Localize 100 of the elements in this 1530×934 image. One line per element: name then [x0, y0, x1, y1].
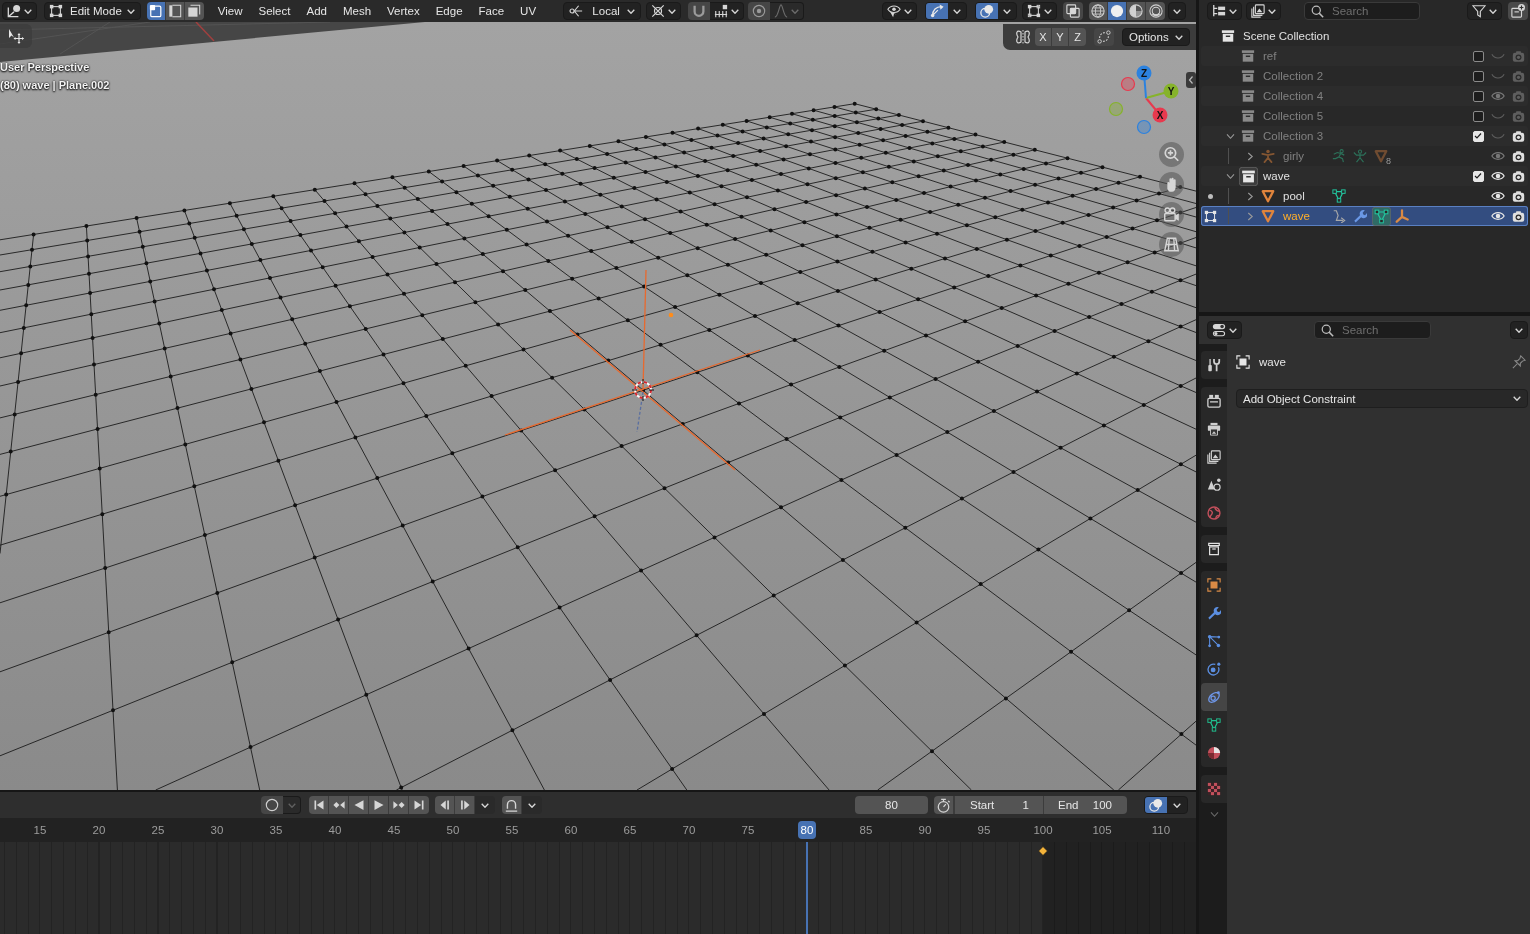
menu-item[interactable]: Select: [250, 1, 299, 21]
chevron-right-icon[interactable]: [1246, 151, 1254, 161]
camera-icon[interactable]: [1511, 209, 1525, 223]
shading-mode-button[interactable]: [1089, 2, 1108, 20]
square-vertices-icon[interactable]: [1204, 209, 1217, 223]
overlay-dropdown[interactable]: [975, 2, 1017, 20]
view-toggle[interactable]: [1145, 797, 1167, 813]
shading-mode-button[interactable]: [1108, 2, 1127, 20]
current-frame-field[interactable]: 80: [855, 796, 928, 814]
video-camera-icon[interactable]: [1159, 202, 1184, 227]
eye-icon[interactable]: [1491, 169, 1505, 183]
menu-item[interactable]: UV: [512, 1, 545, 21]
current-frame-indicator[interactable]: 80: [797, 821, 817, 839]
grid-icon[interactable]: [1159, 232, 1184, 257]
outliner-row[interactable]: ref: [1201, 46, 1528, 66]
shading-mode-button[interactable]: [1146, 2, 1165, 20]
search-field[interactable]: Search: [1304, 2, 1420, 20]
options-dropdown[interactable]: Options: [1122, 28, 1190, 46]
start-frame-field[interactable]: Start 1: [954, 796, 1043, 814]
outliner-row[interactable]: Scene Collection: [1201, 26, 1528, 46]
xray-toggle[interactable]: [1063, 2, 1083, 20]
hand-icon[interactable]: [1159, 172, 1184, 197]
pivot-dropdown[interactable]: [646, 2, 682, 20]
view-layer-filter-dropdown[interactable]: [1246, 2, 1281, 20]
search-field[interactable]: Search: [1314, 321, 1431, 339]
menu-item[interactable]: Edge: [427, 1, 471, 21]
axis-dot-icon[interactable]: [1136, 119, 1152, 135]
eye-icon[interactable]: [1491, 209, 1505, 223]
chevron-right-icon[interactable]: [1246, 211, 1254, 221]
triangle-vertices-icon[interactable]: [1371, 206, 1391, 226]
chevron-down-icon[interactable]: [1225, 172, 1235, 180]
outliner-row[interactable]: wave: [1201, 166, 1528, 186]
playback-button[interactable]: [349, 796, 369, 814]
axis-dot-icon[interactable]: [1108, 101, 1124, 117]
pin-icon[interactable]: [1512, 355, 1526, 369]
chevron-down-icon[interactable]: [1209, 811, 1219, 818]
chevron-right-icon[interactable]: [1246, 191, 1254, 201]
outliner-row[interactable]: pool: [1201, 186, 1528, 206]
triangle-vertices-icon[interactable]: [1332, 189, 1346, 203]
visibility-dropdown[interactable]: [882, 2, 917, 20]
axis-handle[interactable]: X: [1145, 97, 1168, 123]
checkbox[interactable]: [1472, 90, 1484, 102]
shading-menu-button[interactable]: [1168, 2, 1186, 20]
gizmo-toggle[interactable]: [926, 3, 948, 19]
playback-button[interactable]: [389, 796, 409, 814]
eye-icon[interactable]: [1491, 189, 1505, 203]
snapping-menu-button[interactable]: [522, 796, 542, 814]
checkbox[interactable]: [1472, 110, 1484, 122]
mirror-axis-toggle[interactable]: Z: [1069, 28, 1086, 46]
checkbox[interactable]: [1472, 70, 1484, 82]
menu-item[interactable]: Vertex: [379, 1, 428, 21]
shading-mode-button[interactable]: [1127, 2, 1146, 20]
playback-button[interactable]: [409, 796, 429, 814]
preview-range-toggle[interactable]: [934, 796, 954, 814]
outliner-row[interactable]: wave: [1201, 206, 1528, 226]
zoom-in-icon[interactable]: [1159, 142, 1184, 167]
mirror-axis-toggle[interactable]: X: [1035, 28, 1052, 46]
menu-item[interactable]: Add: [298, 1, 335, 21]
playback-button[interactable]: [329, 796, 349, 814]
dot-icon[interactable]: [1208, 193, 1213, 199]
editor-type-dropdown[interactable]: [1207, 321, 1242, 339]
playback-button[interactable]: [369, 796, 389, 814]
snap-target-dropdown[interactable]: [710, 2, 745, 20]
outliner-row[interactable]: Collection 4: [1201, 86, 1528, 106]
auto-keying-toggle[interactable]: [261, 796, 283, 814]
running-figure-icon[interactable]: [1332, 149, 1346, 163]
axis-handle[interactable]: Y: [1145, 83, 1179, 99]
snap-toggle[interactable]: [688, 2, 711, 20]
display-mode-dropdown[interactable]: [1207, 2, 1242, 20]
checkbox[interactable]: [1472, 50, 1484, 62]
outliner-row[interactable]: Collection 2: [1201, 66, 1528, 86]
mirror-axis-toggle[interactable]: Y: [1052, 28, 1069, 46]
step-back-button[interactable]: [435, 796, 455, 814]
outliner-row[interactable]: Collection 3: [1201, 126, 1528, 146]
arrow-path-icon[interactable]: [1332, 209, 1346, 223]
proportional-edit-toggle[interactable]: [748, 2, 771, 20]
mode-dropdown[interactable]: Edit Mode: [44, 2, 141, 20]
outliner-row[interactable]: girly 8: [1201, 146, 1528, 166]
three-prong-icon[interactable]: [1395, 209, 1409, 223]
stick-figure-icon[interactable]: [1353, 149, 1367, 163]
filter-dropdown[interactable]: [1467, 2, 1502, 20]
panel-menu-button[interactable]: [1510, 321, 1528, 339]
camera-icon[interactable]: [1511, 149, 1525, 163]
editor-type-dropdown[interactable]: [2, 2, 37, 20]
gizmo-dropdown[interactable]: [925, 2, 967, 20]
orientation-dropdown[interactable]: Local: [563, 2, 642, 20]
overlay-toggle[interactable]: [976, 3, 998, 19]
end-frame-field[interactable]: End 100: [1043, 796, 1127, 814]
new-collection-button[interactable]: [1508, 2, 1528, 20]
axis-dot-icon[interactable]: [1120, 76, 1136, 92]
view-dropdown[interactable]: [1144, 796, 1188, 814]
butterfly-icon[interactable]: [1015, 29, 1031, 45]
menu-item[interactable]: View: [209, 1, 251, 21]
step-forward-button[interactable]: [455, 796, 475, 814]
add-constraint-dropdown[interactable]: Add Object Constraint: [1236, 389, 1528, 408]
select-mode-button[interactable]: [146, 2, 166, 20]
automerge-toggle[interactable]: [1094, 28, 1114, 46]
chevron-left-icon[interactable]: [1186, 72, 1196, 88]
menu-item[interactable]: Mesh: [334, 1, 380, 21]
axis-handle[interactable]: Z: [1136, 65, 1152, 99]
